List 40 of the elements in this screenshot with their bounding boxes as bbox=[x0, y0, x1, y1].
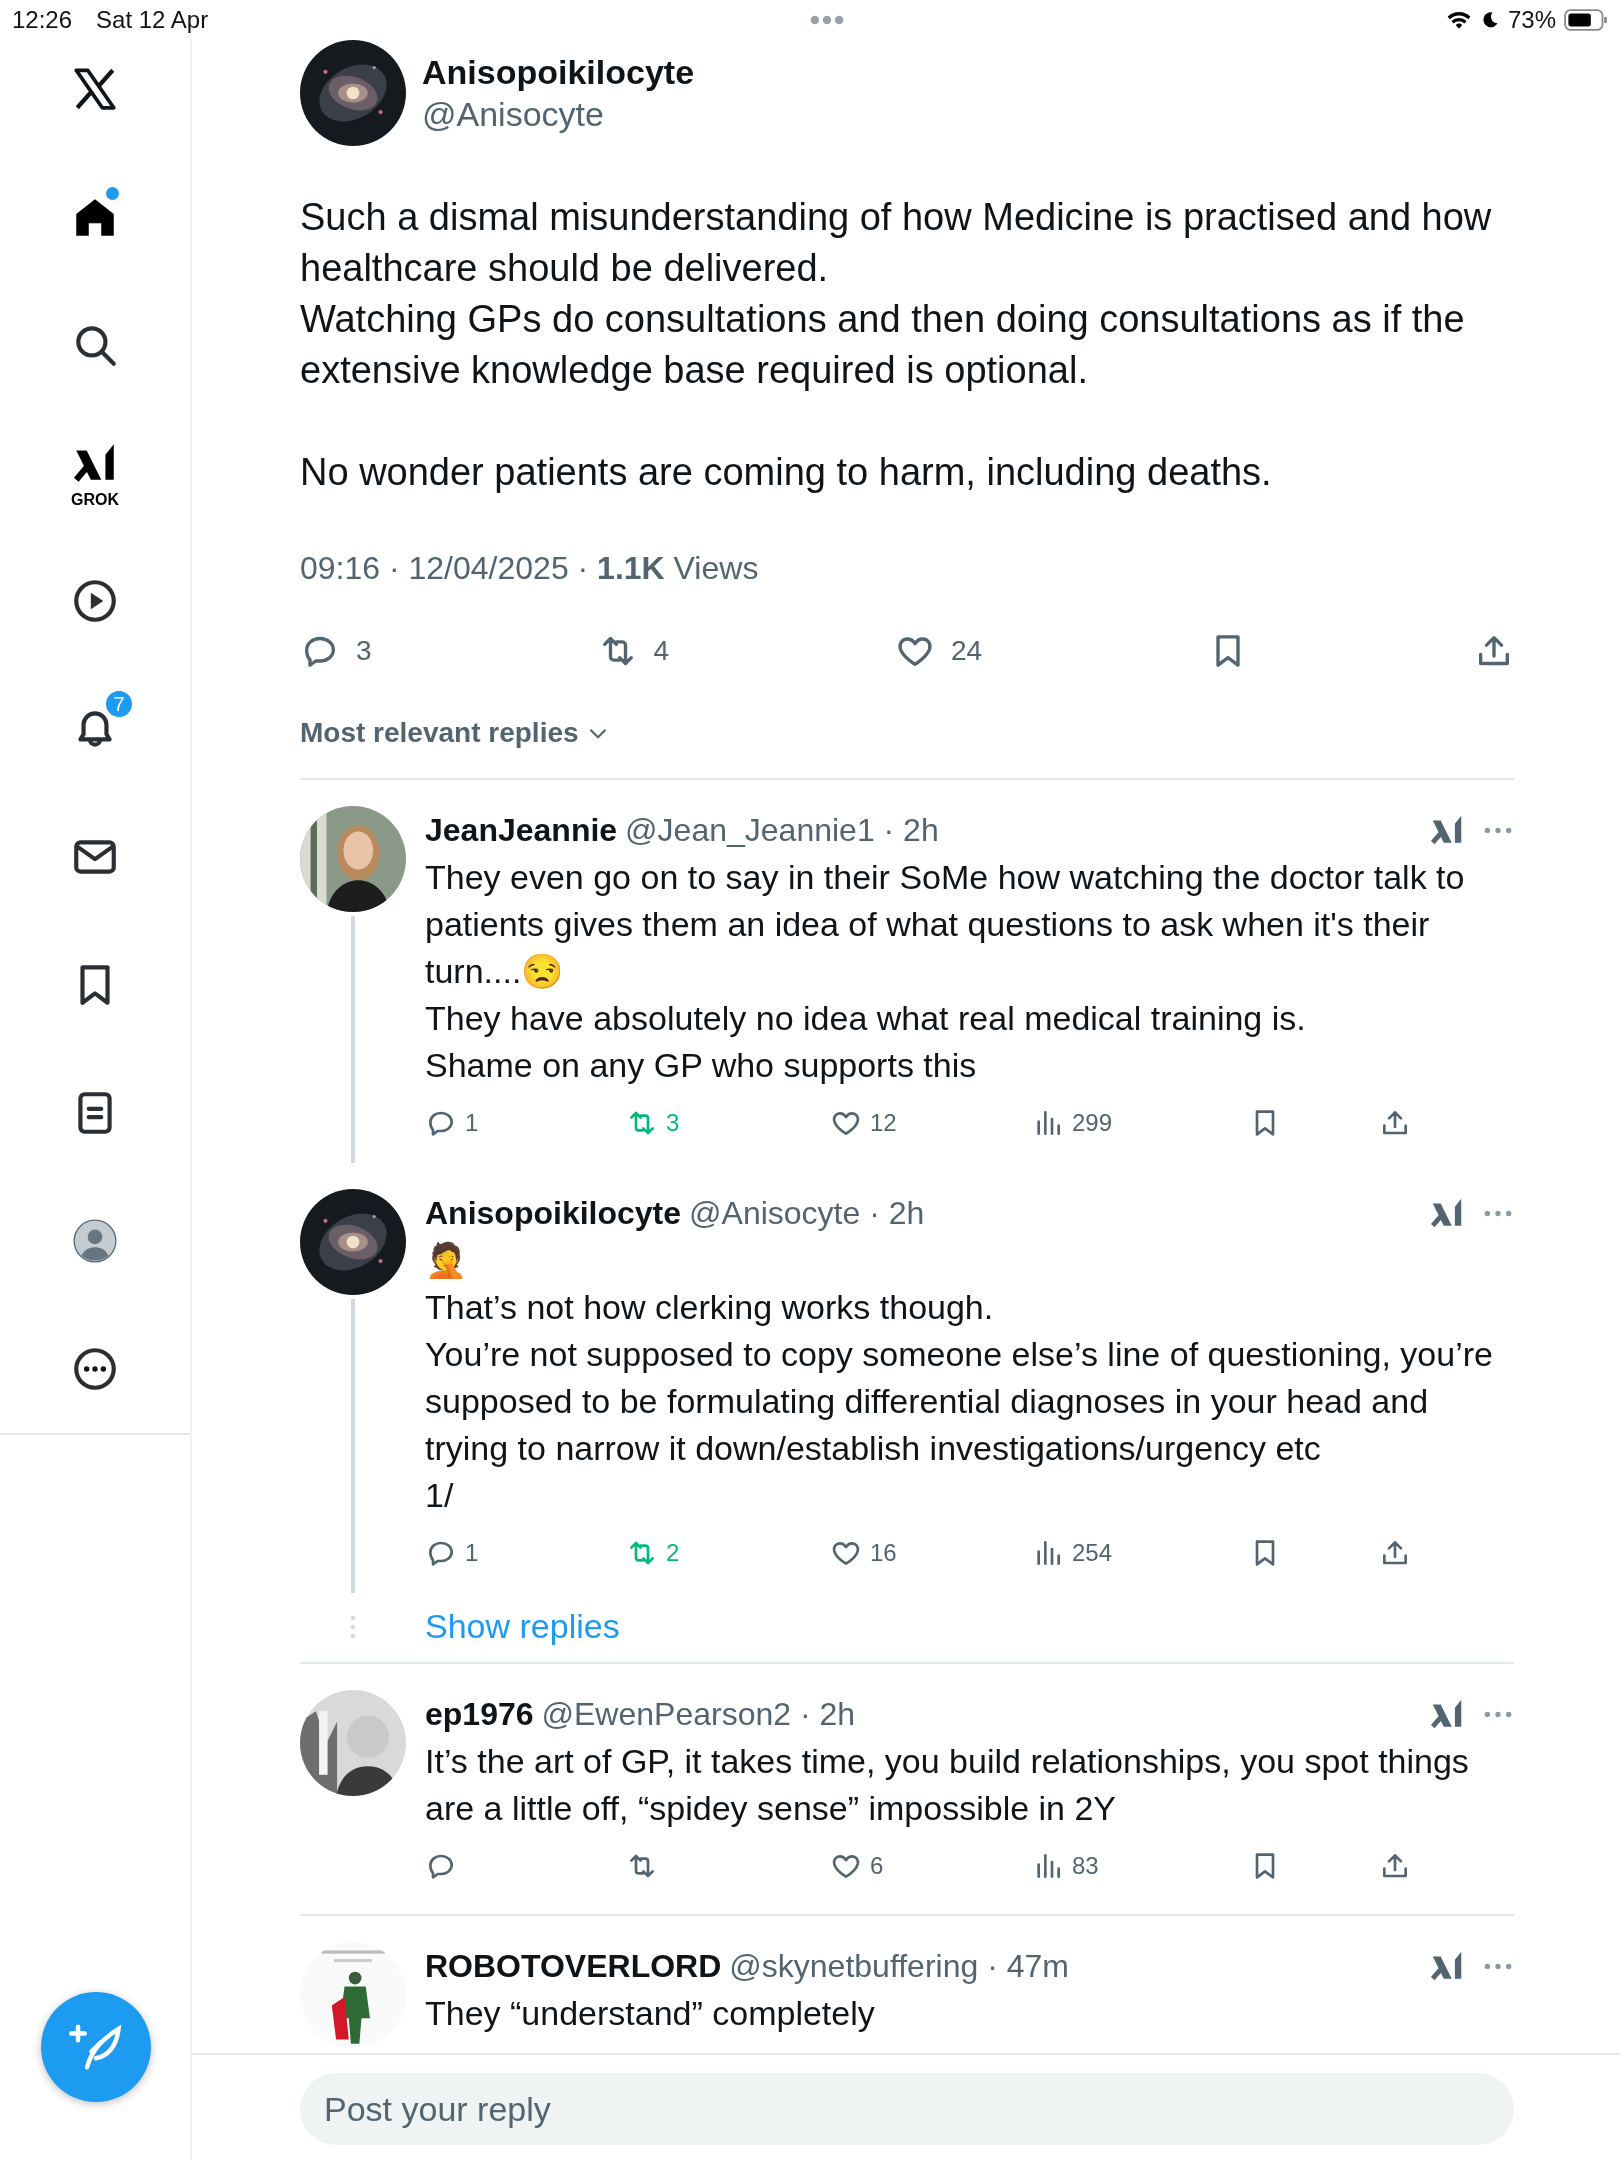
handle-and-time: @EwenPearson2 · 2h bbox=[541, 1695, 856, 1734]
reply-button[interactable]: 1 bbox=[425, 1105, 626, 1141]
reply-text: They “understand” completely bbox=[425, 1993, 876, 2034]
like-button[interactable]: 12 bbox=[830, 1105, 1032, 1141]
views-button[interactable]: 254 bbox=[1032, 1535, 1249, 1571]
repost-button[interactable]: 4 bbox=[597, 630, 670, 672]
status-date: Sat 12 Apr bbox=[96, 5, 209, 35]
status-time: 12:26 bbox=[12, 5, 73, 35]
thread-dots-icon bbox=[350, 1614, 356, 1639]
tweet-text: Such a dismal misunderstanding of how Medicine is practised and how healthcare should be delivered. Watching GPs do consultations and then doing consultations as if the extensive knowledge base required is optional. No wonder patients are coming to harm, including deaths. bbox=[300, 195, 1493, 495]
wifi-icon bbox=[1445, 9, 1472, 31]
author-handle: @Anisocyte bbox=[422, 94, 605, 135]
multitask-dots-icon bbox=[810, 15, 845, 25]
author-name: JeanJeannie bbox=[425, 811, 618, 850]
sidebar-item[interactable]: GROK bbox=[0, 409, 190, 537]
reply-text: 🤦 That’s not how clerking works though. You’re not supposed to copy someone else’s line of questioning, you’re supposed to be formulating differential diagnoses in your head and trying to narrow it down/establish investigations/urgency etc 1/ bbox=[425, 1240, 1494, 1516]
reply-text: It’s the art of GP, it takes time, you build relationships, you spot things are a little off, “spidey sense” impossible in 2Y bbox=[425, 1741, 1470, 1829]
views-button[interactable]: 83 bbox=[1032, 1848, 1249, 1884]
handle-and-time: @Anisocyte · 2h bbox=[689, 1194, 925, 1233]
sort-dropdown[interactable]: Most relevant replies bbox=[300, 712, 611, 754]
notification-badge: 7 bbox=[104, 689, 134, 719]
reply-input[interactable]: Post your reply bbox=[300, 2073, 1514, 2145]
like-button[interactable]: 6 bbox=[830, 1848, 1032, 1884]
author-name: ep1976 bbox=[425, 1695, 534, 1734]
tweet-meta: 09:16 · 12/04/2025 · 1.1K Views bbox=[300, 549, 760, 588]
like-button[interactable]: 16 bbox=[830, 1535, 1032, 1571]
grok-label: GROK bbox=[71, 492, 119, 508]
battery-icon bbox=[1564, 9, 1608, 31]
author-name: Anisopoikilocyte bbox=[422, 52, 695, 93]
handle-and-time: @Jean_Jeannie1 · 2h bbox=[625, 811, 939, 850]
like-button[interactable]: 24 bbox=[895, 630, 983, 672]
views-button[interactable]: 299 bbox=[1032, 1105, 1249, 1141]
battery-percent: 73% bbox=[1507, 5, 1556, 35]
reply-button[interactable]: 3 bbox=[300, 630, 372, 672]
author-name: ROBOTOVERLORD bbox=[425, 1947, 722, 1986]
author-name: Anisopoikilocyte bbox=[425, 1194, 682, 1233]
handle-and-time: @skynetbuffering · 47m bbox=[729, 1947, 1069, 1986]
reply-button[interactable]: 1 bbox=[425, 1535, 626, 1571]
compose-button[interactable] bbox=[41, 1992, 151, 2102]
reply-text: They even go on to say in their SoMe how watching the doctor talk to patients gives them an idea of what questions to ask when it's their turn....😒 They have absolutely no idea what real medical training is. Shame on any GP who supports this bbox=[425, 857, 1466, 1086]
